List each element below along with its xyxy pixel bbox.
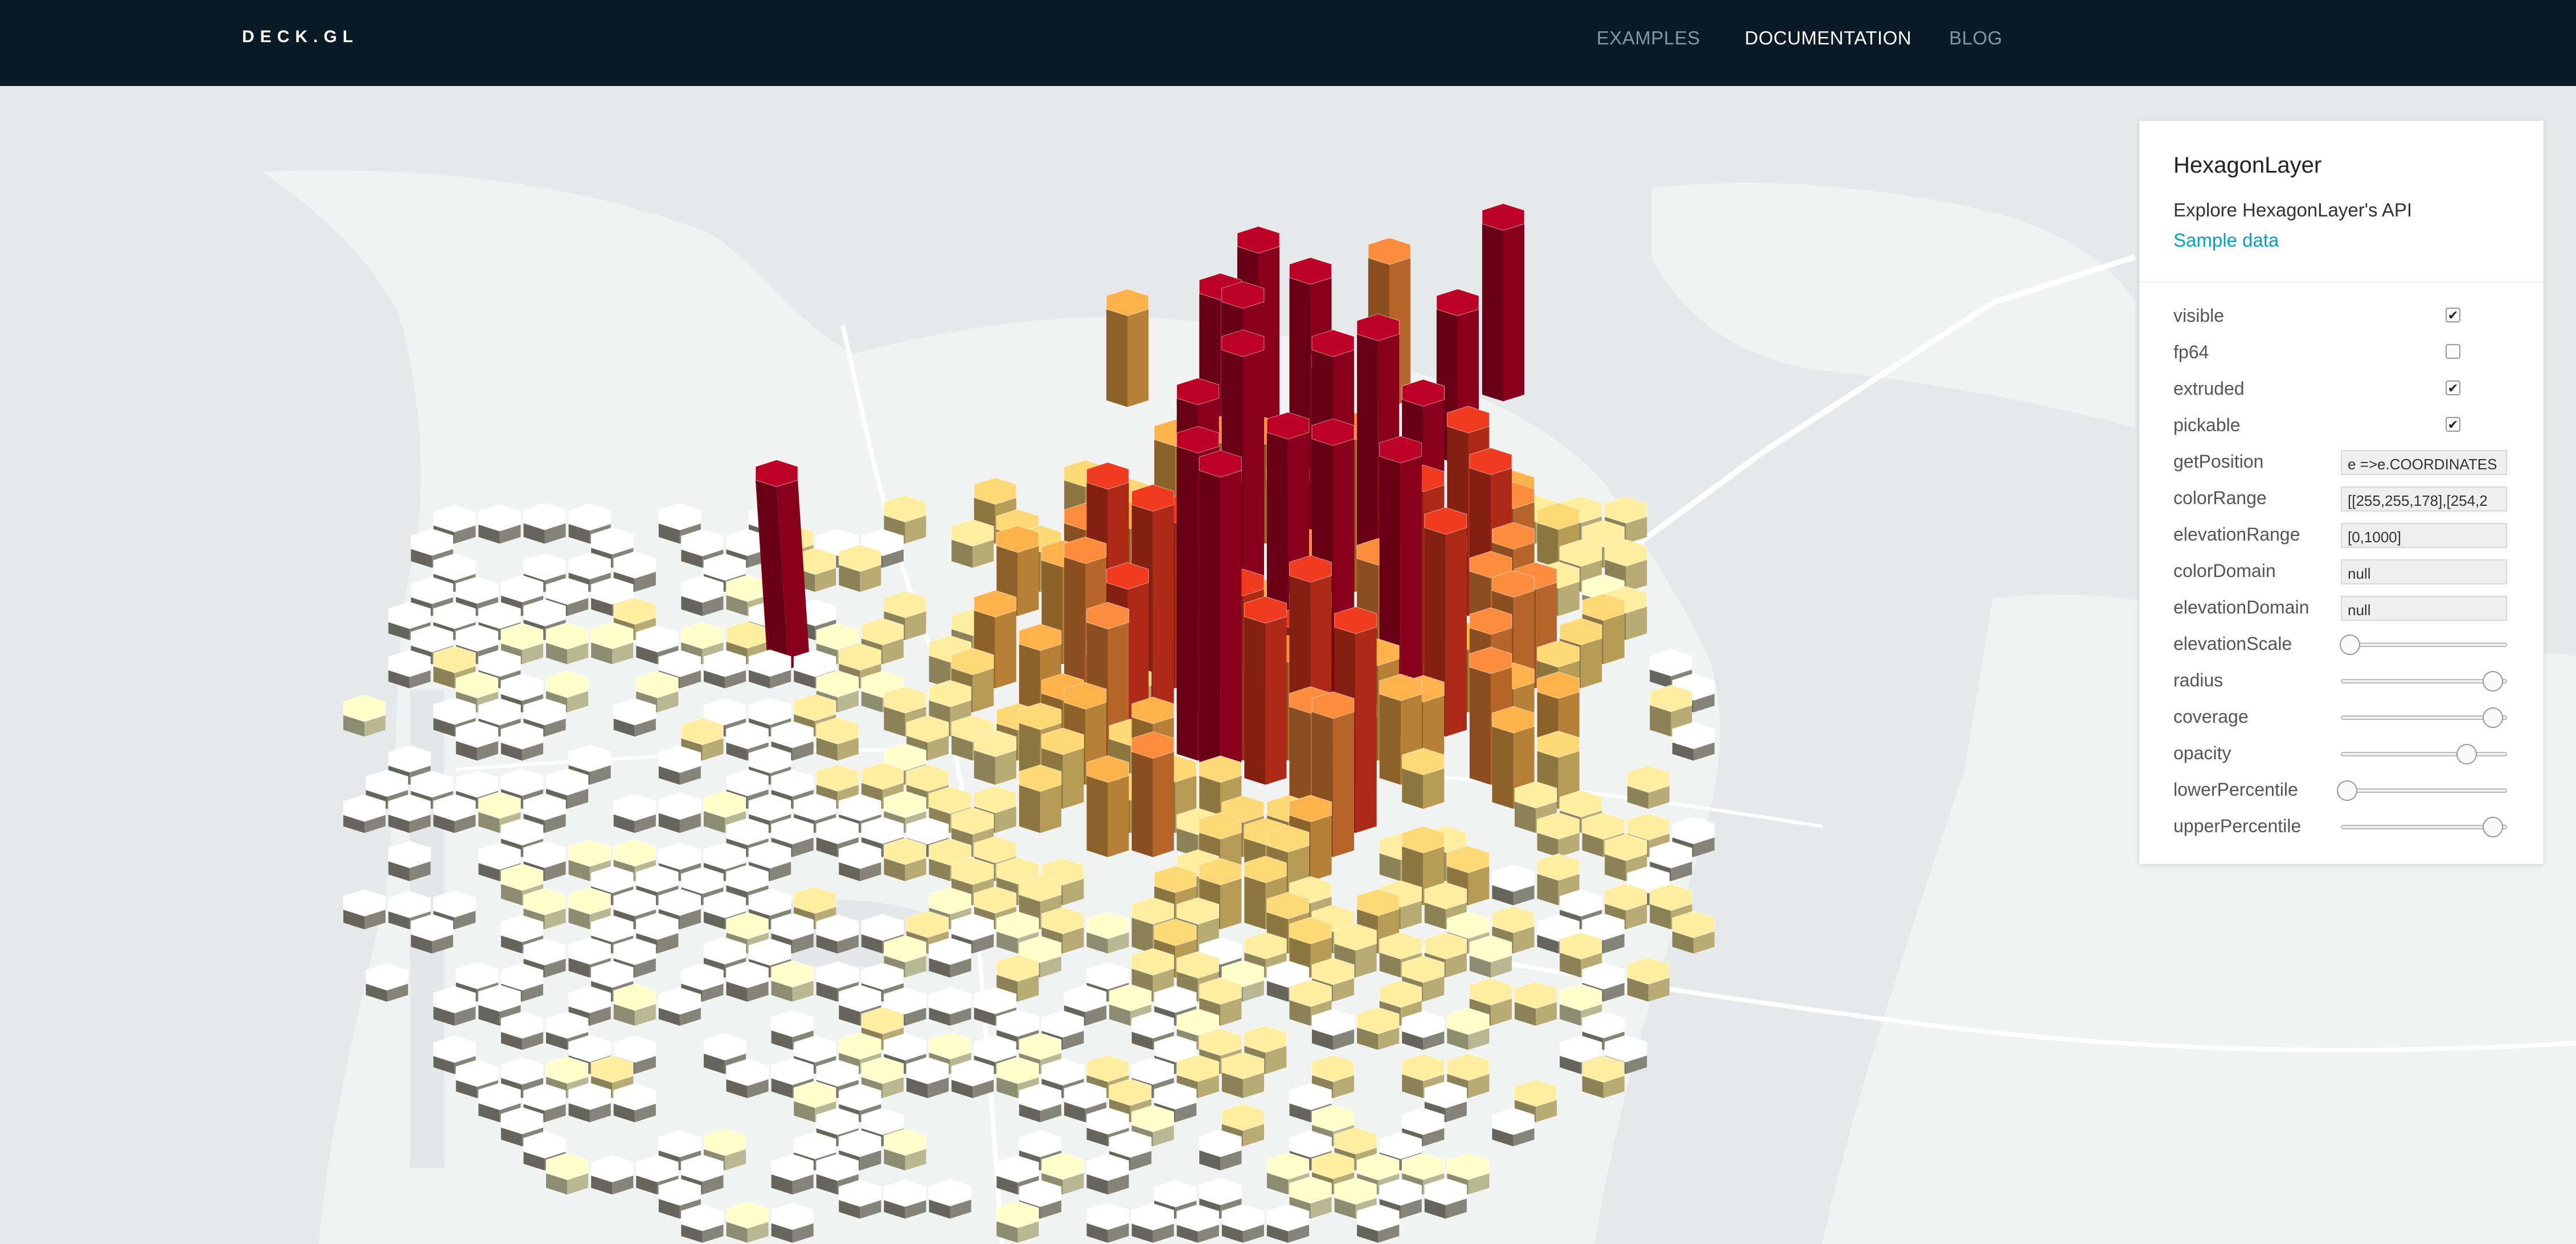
hexagon-bin-side bbox=[1445, 527, 1467, 737]
slider-thumb[interactable] bbox=[2482, 817, 2503, 837]
prop-visible: visible ✔ bbox=[2173, 301, 2526, 329]
nav-link-documentation[interactable]: DOCUMENTATION bbox=[1745, 27, 1912, 49]
slider-thumb[interactable] bbox=[2482, 671, 2503, 691]
hexagon-bin-side bbox=[973, 668, 994, 713]
hexagon-bin-side bbox=[1220, 878, 1242, 930]
prop-label: getPosition bbox=[2173, 451, 2264, 472]
upperPercentile-slider[interactable] bbox=[2341, 817, 2507, 837]
hexagon-bin-side bbox=[1244, 876, 1266, 930]
nav-link-blog[interactable]: BLOG bbox=[1949, 27, 2003, 49]
prop-fp64: fp64 bbox=[2173, 337, 2526, 366]
hexagon-bin-side bbox=[1064, 556, 1085, 689]
hexagon-bin-side bbox=[1220, 470, 1242, 785]
hexagon-bin-side bbox=[1423, 768, 1445, 809]
deckgl-logo[interactable]: DECK.GL bbox=[242, 27, 359, 47]
prop-label: elevationRange bbox=[2173, 524, 2300, 545]
hexagon-bin-side bbox=[1355, 627, 1377, 833]
prop-label: pickable bbox=[2173, 415, 2241, 435]
prop-label: fp64 bbox=[2173, 342, 2209, 362]
hexagon-bin-side bbox=[1244, 616, 1266, 785]
sample-data-link[interactable]: Sample data bbox=[2173, 230, 2279, 251]
hexagon-bin-side bbox=[1063, 748, 1084, 809]
hexagon-bin-side bbox=[1379, 694, 1401, 785]
prop-getPosition: getPosition e =>e.COORDINATES bbox=[2173, 447, 2526, 475]
hexagon-bin-side bbox=[1019, 784, 1040, 833]
hexagon-bin-side bbox=[1086, 775, 1108, 857]
coverage-slider[interactable] bbox=[2341, 707, 2507, 728]
prop-colorDomain: colorDomain null bbox=[2173, 556, 2526, 584]
slider-thumb[interactable] bbox=[2482, 707, 2503, 728]
hexagon-bin-side bbox=[1107, 775, 1129, 857]
colorDomain-input[interactable]: null bbox=[2341, 559, 2507, 584]
opacity-slider[interactable] bbox=[2341, 744, 2507, 764]
hexagon-bin-side bbox=[1152, 751, 1174, 857]
prop-label: coverage bbox=[2173, 706, 2249, 727]
hexagon-bin-side bbox=[1402, 768, 1424, 809]
hexagon-bin-side bbox=[995, 610, 1016, 689]
hexagon-bin-side bbox=[1152, 504, 1174, 713]
prop-label: elevationDomain bbox=[2173, 597, 2310, 617]
hexagon-bin-side bbox=[1127, 309, 1149, 407]
panel-description: Explore HexagonLayer's API bbox=[2173, 199, 2413, 220]
prop-elevationScale: elevationScale bbox=[2173, 629, 2526, 657]
prop-label: colorDomain bbox=[2173, 560, 2276, 581]
pickable-checkbox[interactable]: ✔ bbox=[2446, 417, 2460, 432]
prop-elevationRange: elevationRange [0,1000] bbox=[2173, 519, 2526, 548]
elevationScale-slider[interactable] bbox=[2340, 635, 2507, 655]
prop-elevationDomain: elevationDomain null bbox=[2173, 592, 2526, 621]
hexagon-bin-side bbox=[1581, 638, 1602, 689]
hexagon-bin-side bbox=[1482, 223, 1503, 402]
prop-label: upperPercentile bbox=[2173, 816, 2302, 836]
prop-label: visible bbox=[2173, 305, 2224, 326]
hexagon-bin-side bbox=[1310, 815, 1332, 882]
fp64-checkbox[interactable] bbox=[2446, 344, 2460, 359]
hexagon-bin-side bbox=[1537, 522, 1558, 568]
nav-link-examples[interactable]: EXAMPLES bbox=[1597, 27, 1700, 49]
prop-colorRange: colorRange [[255,255,178],[254,2 bbox=[2173, 483, 2526, 511]
hexagon-bin-side bbox=[1176, 446, 1198, 761]
top-navigation-bar: DECK.GL EXAMPLES DOCUMENTATION BLOG bbox=[0, 0, 2576, 86]
prop-label: extruded bbox=[2173, 378, 2245, 399]
layer-control-panel: HexagonLayer Explore HexagonLayer's API … bbox=[2139, 121, 2544, 864]
hexagon-bin-side bbox=[1492, 726, 1513, 809]
elevationRange-input[interactable]: [0,1000] bbox=[2341, 523, 2507, 548]
slider-thumb[interactable] bbox=[2336, 780, 2357, 801]
prop-label: elevationScale bbox=[2173, 633, 2292, 654]
hexagon-bin-side bbox=[1333, 711, 1355, 857]
elevationDomain-input[interactable]: null bbox=[2341, 596, 2507, 621]
prop-label: radius bbox=[2173, 670, 2224, 690]
visible-checkbox[interactable]: ✔ bbox=[2446, 308, 2460, 323]
lowerPercentile-slider[interactable] bbox=[2336, 780, 2507, 801]
hexagon-bin-side bbox=[1131, 751, 1153, 857]
colorRange-input[interactable]: [[255,255,178],[254,2 bbox=[2341, 486, 2507, 511]
panel-divider bbox=[2139, 281, 2544, 283]
extruded-checkbox[interactable]: ✔ bbox=[2446, 380, 2460, 396]
prop-extruded: extruded ✔ bbox=[2173, 374, 2526, 402]
hexagon-bin-side bbox=[1040, 784, 1061, 833]
slider-thumb[interactable] bbox=[2340, 635, 2361, 655]
prop-opacity: opacity bbox=[2173, 738, 2526, 767]
prop-pickable: pickable ✔ bbox=[2173, 410, 2526, 439]
hexagon-bin-side bbox=[1199, 470, 1221, 785]
hexagon-bin-side bbox=[1265, 616, 1287, 785]
radius-slider[interactable] bbox=[2341, 671, 2507, 691]
slider-thumb[interactable] bbox=[2456, 744, 2477, 764]
hexagon-bin-side bbox=[1603, 613, 1625, 665]
prop-label: lowerPercentile bbox=[2173, 779, 2298, 800]
prop-upperPercentile: upperPercentile bbox=[2173, 811, 2526, 840]
land-area-north bbox=[1651, 183, 2135, 428]
hexagon-bin-side bbox=[1469, 667, 1491, 785]
prop-label: opacity bbox=[2173, 743, 2232, 763]
prop-coverage: coverage bbox=[2173, 702, 2526, 730]
hexagon-bin-side bbox=[1018, 546, 1039, 616]
hexagon-bin-side bbox=[1106, 309, 1127, 407]
panel-title: HexagonLayer bbox=[2173, 153, 2322, 178]
hexagon-bin-side bbox=[1503, 223, 1525, 402]
getPosition-input[interactable]: e =>e.COORDINATES bbox=[2341, 450, 2507, 475]
prop-radius: radius bbox=[2173, 665, 2526, 694]
prop-lowerPercentile: lowerPercentile bbox=[2173, 775, 2526, 803]
prop-label: colorRange bbox=[2173, 488, 2267, 508]
